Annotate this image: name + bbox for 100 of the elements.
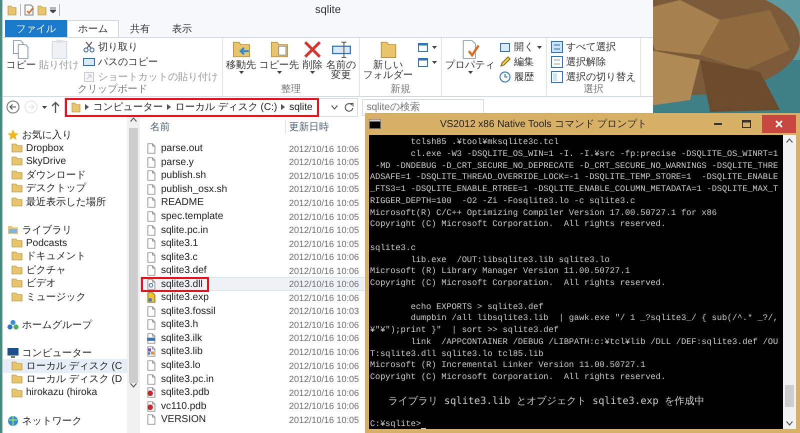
console-line: sqlite3.c [370,242,416,254]
file-name: VERSION [161,414,206,426]
breadcrumb[interactable]: ローカル ディスク (C:) [175,100,278,114]
ribbon-tab[interactable]: 表示 [161,20,203,37]
library-icon [7,224,19,236]
nav-item[interactable]: コンピューター [3,346,127,360]
window-title: VS2012 x86 Native Tools コマンド プロンプト [438,118,648,131]
modified-date: 2012/10/16 10:06 [288,266,360,276]
history-icon [499,71,511,83]
modified-date: 2012/10/16 10:05 [288,212,360,222]
modified-date: 2012/10/16 10:06 [288,401,360,412]
nav-item[interactable]: Dropbox [3,141,127,155]
nav-item[interactable]: ピクチャ [3,263,127,276]
nav-item[interactable]: SkyDrive [3,154,127,168]
nav-item[interactable]: お気に入り [3,128,127,142]
ribbon-button[interactable]: 削除 [301,39,324,74]
invert-select-icon [551,71,563,83]
file-row[interactable]: sqlite3.h 2012/10/16 10:06 [140,318,366,332]
ribbon-button[interactable]: 選択解除 [549,55,638,69]
ribbon-button[interactable]: プロパティ [444,39,496,74]
file-name: vc110.pdb [161,400,206,412]
ribbon-tab[interactable]: 共有 [119,20,161,37]
file-row[interactable]: README 2012/10/16 10:05 [140,196,366,210]
ribbon-button[interactable]: 履歴 [497,70,544,84]
chevron-down-icon [330,104,338,110]
ribbon-button[interactable]: 新しい フォルダー [362,39,414,81]
scrollbar[interactable] [127,117,140,433]
file-row[interactable]: sqlite3.pdb 2012/10/16 10:06 [140,386,366,400]
path-icon [83,56,95,68]
homegroup-icon [7,318,19,331]
nav-item[interactable]: ダウンロード [3,168,127,182]
address-bar[interactable]: コンピューター ローカル ディスク (C:) sqlite [64,98,358,116]
ribbon-tab[interactable]: ファイル [5,20,67,37]
file-row[interactable]: sqlite3.lib 2012/10/16 10:06 [140,345,366,359]
ribbon-button[interactable]: 移動先 [225,39,257,74]
ribbon-button[interactable]: コピー先 [258,39,300,74]
file-row[interactable]: spec.template 2012/10/16 10:05 [140,210,366,224]
ball-document-icon [145,400,157,412]
file-name: parse.out [161,143,203,154]
ribbon-button[interactable]: パスのコピー [81,55,220,69]
nav-item[interactable]: ローカル ディスク (C [3,359,127,373]
chevron-icon [281,104,286,110]
nav-item[interactable]: ミュージック [3,290,127,304]
breadcrumb[interactable]: コンピューター [93,100,163,114]
document-icon [145,156,157,168]
column-header[interactable]: 更新日時 [289,122,329,133]
nav-item[interactable]: ホームグループ [3,318,127,332]
document-icon [145,360,157,372]
file-row[interactable]: sqlite3.dll 2012/10/16 10:06 [140,277,366,292]
file-row[interactable]: VERSION 2012/10/16 10:05 [140,412,366,426]
file-row[interactable]: sqlite3.1 2012/10/16 10:05 [140,236,366,250]
file-row[interactable]: sqlite3.pc.in 2012/10/16 10:05 [140,372,366,386]
delete-icon [302,39,323,60]
file-row[interactable]: sqlite3.c 2012/10/16 10:06 [140,250,366,264]
file-row[interactable]: publish_osx.sh 2012/10/16 10:05 [140,182,366,196]
file-row[interactable]: sqlite3.def 2012/10/16 10:06 [140,264,366,278]
nav-item[interactable]: デスクトップ [3,182,127,195]
ribbon-button[interactable]: 編集 [497,55,544,69]
ribbon-button[interactable] [415,40,439,54]
file-row[interactable]: sqlite.pc.in 2012/10/16 10:05 [140,223,366,237]
file-row[interactable]: vc110.pdb 2012/10/16 10:06 [140,399,366,413]
nav-item[interactable]: ネットワーク [3,414,127,428]
document-icon [145,224,157,236]
nav-item[interactable]: ビデオ [3,276,127,290]
file-name: sqlite3.pdb [161,387,210,398]
nav-item[interactable]: 最近表示した場所 [3,194,127,208]
nav-item[interactable]: Podcasts [3,236,127,250]
file-row[interactable]: publish.sh 2012/10/16 10:05 [140,169,366,183]
close-button[interactable] [762,115,796,133]
file-row[interactable]: sqlite3.fossil 2012/10/16 10:03 [140,304,366,318]
nav-item[interactable]: hirokazu (hiroka [3,386,127,400]
ribbon-button[interactable]: 名前の 変更 [325,39,357,81]
modified-date: 2012/10/16 10:06 [288,144,360,154]
document-icon [145,197,157,208]
ribbon-button[interactable]: すべて選択 [549,40,638,54]
up-button[interactable] [51,101,60,113]
ribbon-tab[interactable]: ホーム [67,20,119,37]
file-row[interactable]: parse.y 2012/10/16 10:05 [140,156,366,170]
nav-item[interactable]: ドキュメント [3,250,127,264]
file-name: sqlite.pc.in [161,224,208,236]
nav-item[interactable]: ライブラリ [3,222,127,236]
file-row[interactable]: sqlite3.lo 2012/10/16 10:06 [140,358,366,372]
folder-icon [11,386,23,399]
ribbon-button[interactable]: 選択の切り替え [549,70,638,84]
ribbon-button[interactable]: 切り取り [81,40,220,54]
console-line: Copyright (C) Microsoft Corporation. All rights reserved. [370,278,666,290]
scroll-thumb[interactable] [785,385,794,407]
column-header[interactable]: 名前 [150,122,170,133]
file-row[interactable]: parse.out 2012/10/16 10:06 [140,142,366,156]
ribbon-button[interactable]: コピー [5,39,37,71]
nav-item[interactable]: ローカル ディスク (D [3,372,127,386]
scrollbar[interactable] [783,135,796,429]
file-row[interactable]: sqlite3.exp 2012/10/16 10:06 [140,291,366,305]
file-row[interactable]: sqlite3.ilk 2012/10/16 10:06 [140,332,366,346]
back-button[interactable] [6,100,20,114]
ribbon-button[interactable] [415,55,439,69]
folder-arrow-icon [230,39,252,60]
breadcrumb[interactable]: sqlite [289,102,313,112]
ribbon-button[interactable]: 開く [497,40,544,54]
console-line: cl.exe -W3 -DSQLITE_OS_WIN=1 -I. -I.¥src -fp:precise -DSQLITE_OS_WINRT=1 [410,148,778,160]
